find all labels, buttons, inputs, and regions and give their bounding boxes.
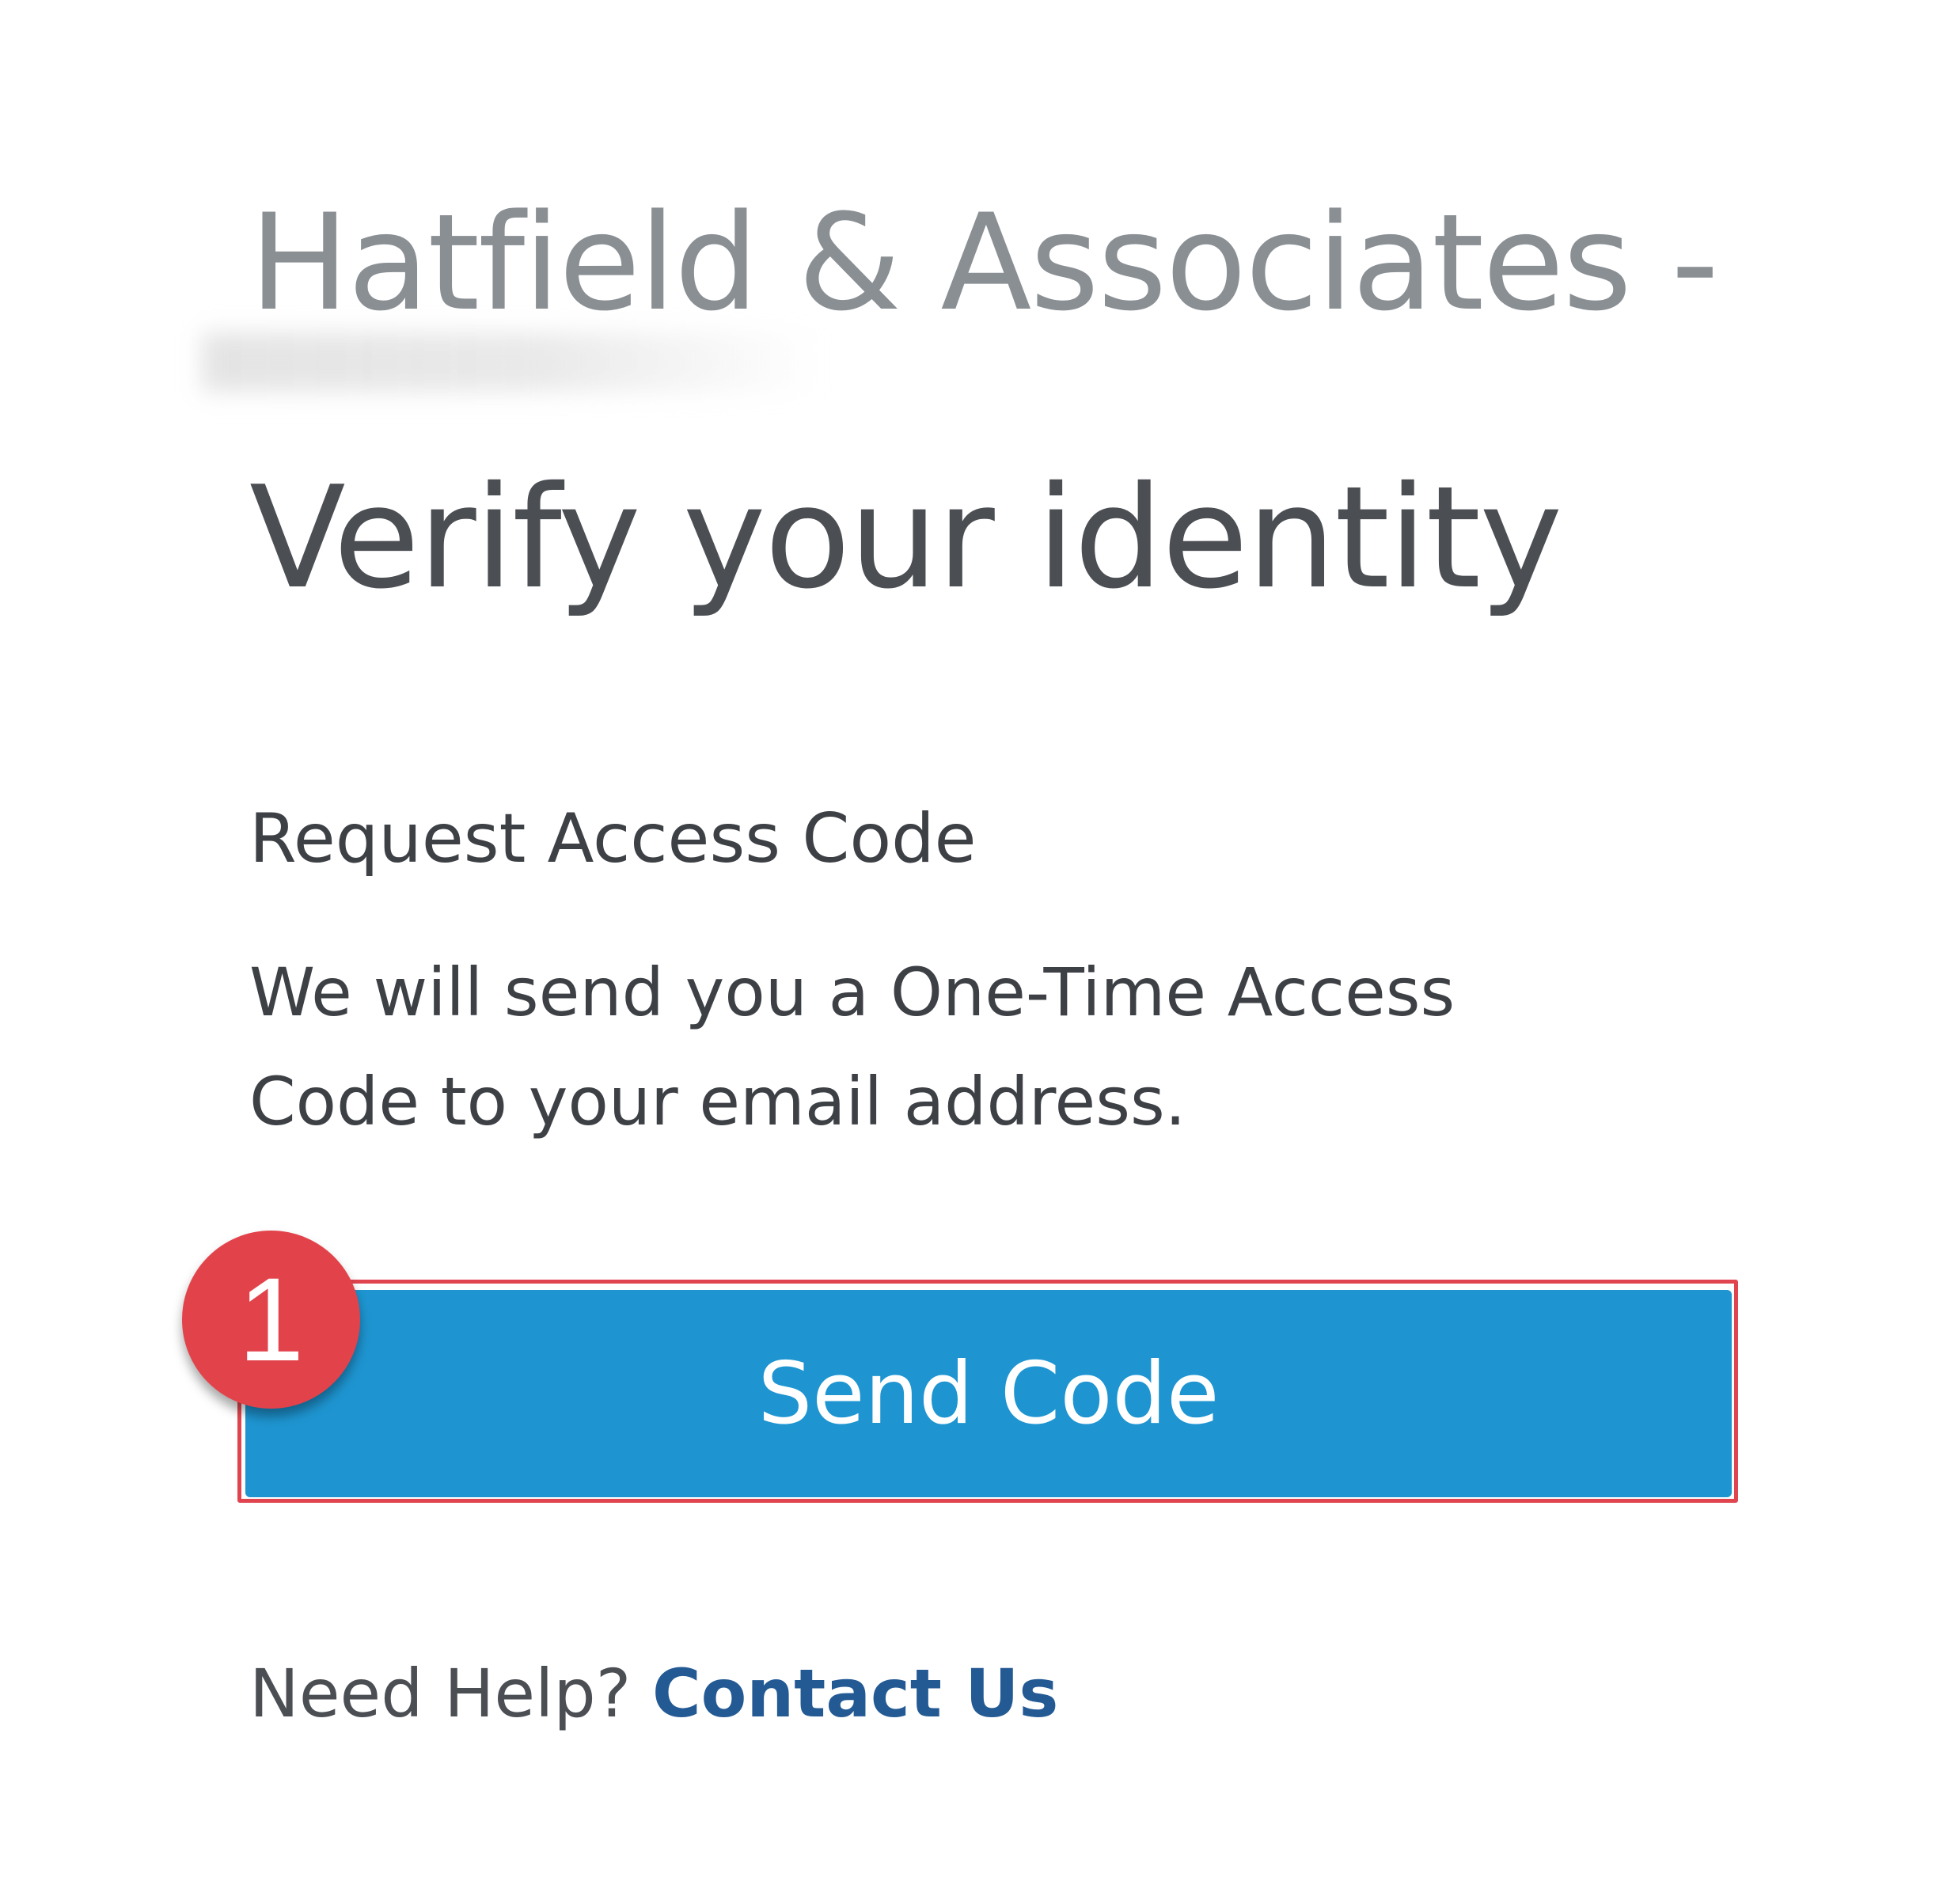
send-code-button[interactable]: Send Code: [245, 1290, 1732, 1497]
contact-us-link[interactable]: Contact Us: [652, 1655, 1058, 1732]
need-help-text: Need Help?: [249, 1655, 653, 1732]
step-number-badge: 1: [182, 1231, 360, 1409]
help-row: Need Help? Contact Us: [249, 1650, 1058, 1737]
description-text: We will send you a One-Time Access Code …: [249, 938, 1595, 1156]
redacted-text-blur: [202, 332, 819, 392]
page-title: Verify your identity: [249, 456, 1563, 620]
description-line-2: Code to your email address.: [249, 1063, 1186, 1140]
section-heading: Request Access Code: [249, 799, 977, 878]
description-line-1: We will send you a One-Time Access: [249, 954, 1456, 1031]
firm-name: Hatfield & Associates -: [249, 185, 1719, 340]
